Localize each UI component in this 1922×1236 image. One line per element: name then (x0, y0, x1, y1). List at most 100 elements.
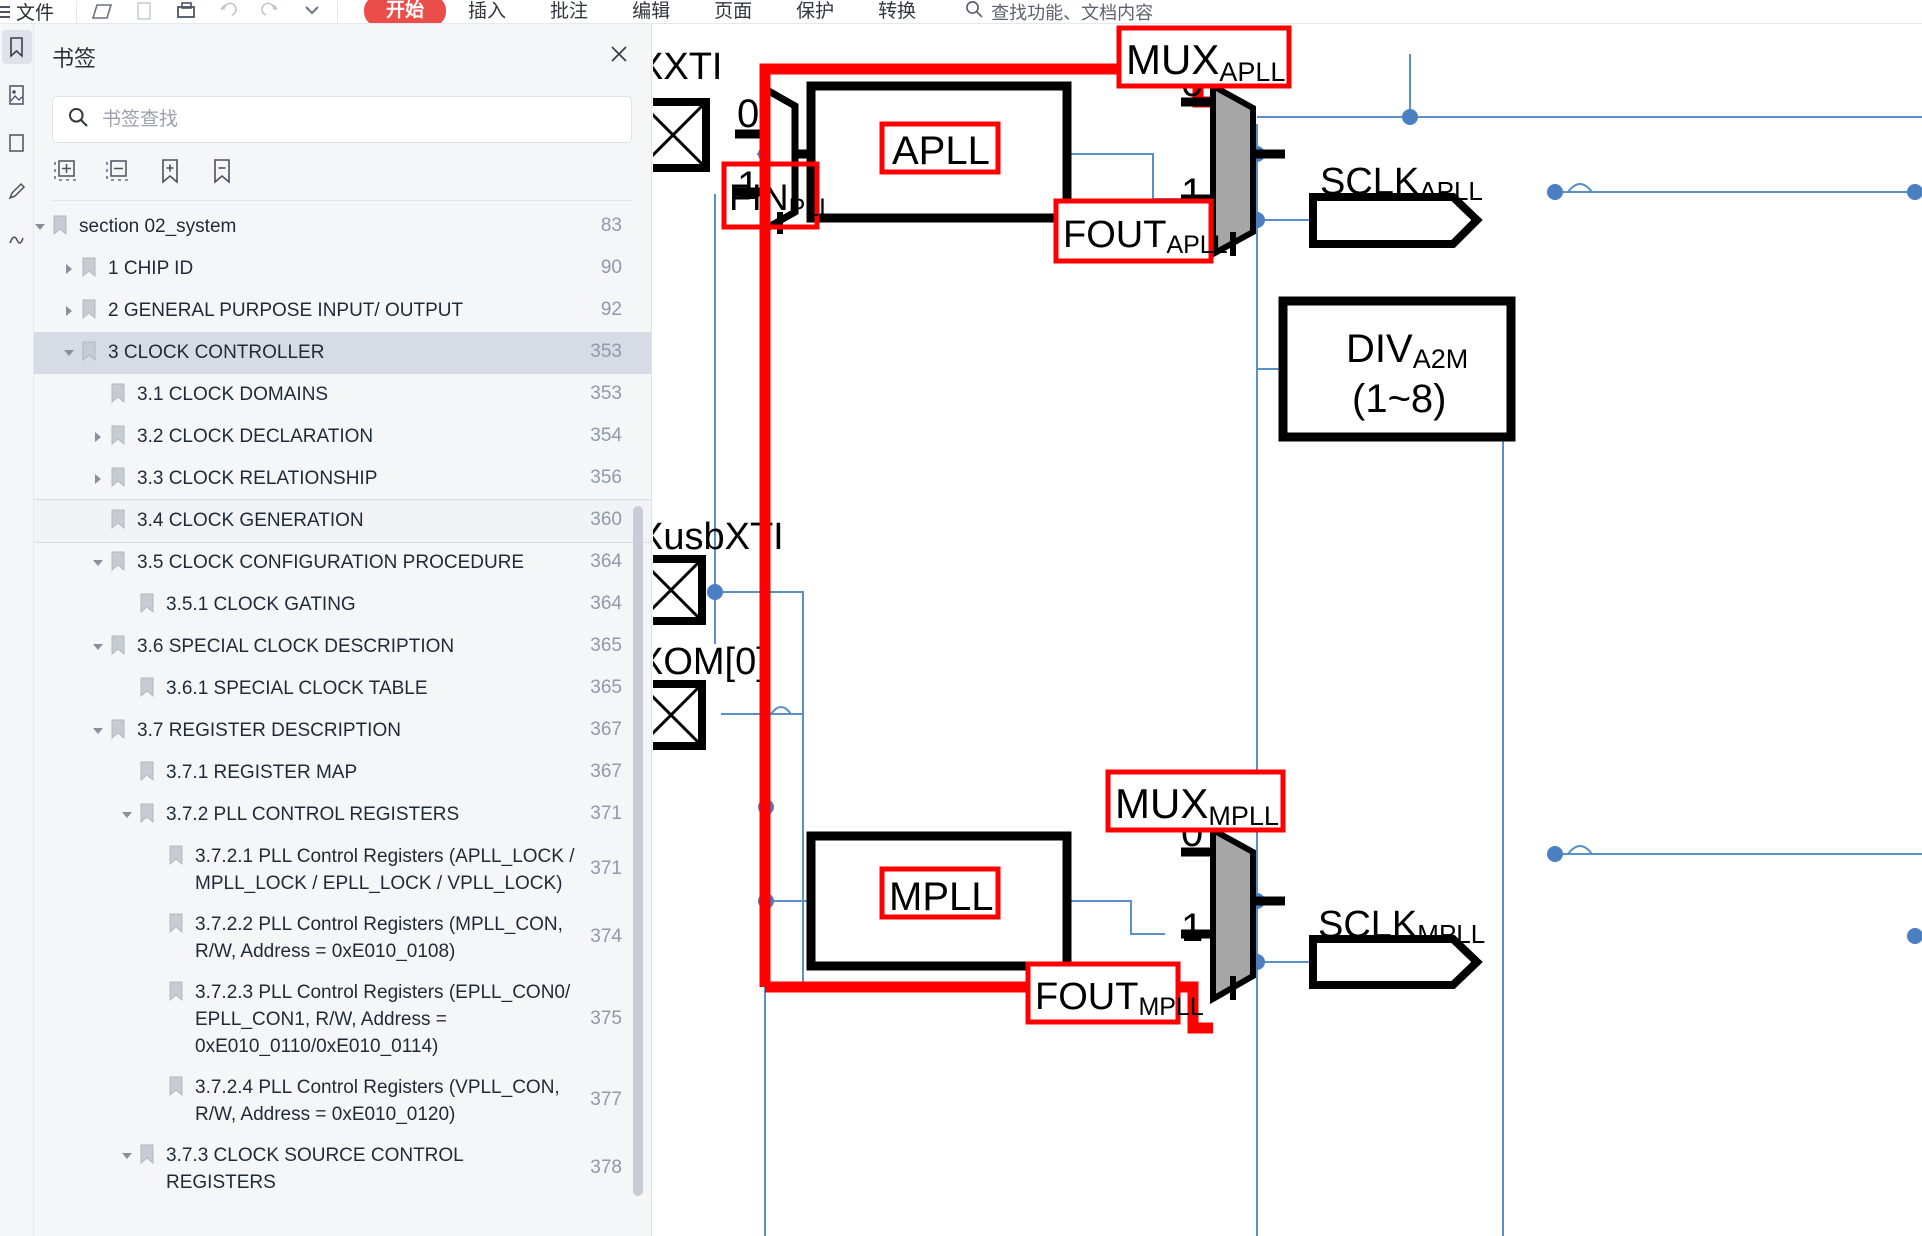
thumbnail-rail-icon[interactable] (2, 78, 32, 112)
bookmark-item-label: 3.1 CLOCK DOMAINS (137, 384, 329, 405)
bookmark-item-label: 3.7.2.3 PLL Control Registers (EPLL_CON0… (195, 982, 571, 1057)
chevron-down-icon[interactable] (63, 346, 77, 360)
chevron-down-icon[interactable] (299, 0, 325, 23)
pdf-page-canvas[interactable]: XXTI XusbXTI XOM[0] 0 1 APLL FINPLL (653, 24, 1922, 1236)
toolbar-divider-2 (337, 0, 339, 23)
bookmark-item[interactable]: 2 GENERAL PURPOSE INPUT/ OUTPUT 92 (34, 290, 651, 332)
chevron-down-icon[interactable] (34, 220, 48, 234)
open-file-icon[interactable] (89, 0, 115, 23)
bookmark-item[interactable]: 3.7 REGISTER DESCRIPTION 367 (34, 710, 651, 752)
redo-icon[interactable] (257, 0, 283, 23)
bookmark-icon (52, 215, 70, 237)
toolbar-divider (76, 0, 78, 23)
chevron-right-icon[interactable] (63, 262, 77, 276)
bookmark-item[interactable]: 3 CLOCK CONTROLLER 353 (34, 332, 651, 374)
bookmark-page-number: 92 (600, 299, 622, 320)
expand-all-icon[interactable] (52, 157, 82, 187)
bookmark-item[interactable]: 3.5.1 CLOCK GATING 364 (34, 584, 651, 626)
bookmark-item[interactable]: 3.7.2.2 PLL Control Registers (MPLL_CON,… (34, 904, 651, 972)
bookmark-item[interactable]: 3.2 CLOCK DECLARATION 354 (34, 416, 651, 458)
collapse-all-icon[interactable] (104, 157, 134, 187)
bookmark-item-label: 3.5.1 CLOCK GATING (166, 594, 356, 615)
bookmark-rail-icon[interactable] (1, 30, 32, 64)
bookmark-item[interactable]: 3.7.2.3 PLL Control Registers (EPLL_CON0… (34, 972, 651, 1067)
bookmark-item[interactable]: 3.6 SPECIAL CLOCK DESCRIPTION 365 (34, 626, 651, 668)
bookmark-page-number: 354 (590, 425, 622, 446)
search-input[interactable] (100, 107, 617, 132)
tab-insert[interactable]: 插入 (446, 0, 528, 23)
bookmark-icon (139, 1144, 157, 1166)
bookmark-icon (139, 677, 157, 699)
bookmark-page-number: 356 (590, 467, 622, 488)
tab-start[interactable]: 开始 (364, 0, 447, 23)
bookmark-item[interactable]: 1 CHIP ID 90 (34, 248, 651, 290)
bookmark-page-number: 371 (590, 803, 622, 824)
chevron-down-icon[interactable] (92, 640, 106, 654)
bookmark-page-number: 375 (590, 1007, 622, 1029)
bookmark-page-number: 374 (590, 926, 622, 947)
bookmark-page-number: 365 (590, 677, 622, 698)
bookmark-item[interactable]: 3.1 CLOCK DOMAINS 353 (34, 374, 651, 416)
chevron-down-icon[interactable] (121, 1149, 135, 1163)
add-bookmark-icon[interactable] (156, 157, 186, 187)
chevron-right-icon[interactable] (63, 304, 77, 318)
chevron-down-icon[interactable] (121, 808, 135, 822)
bookmark-item-label: section 02_system (79, 216, 237, 237)
bookmark-item[interactable]: 3.7.2.4 PLL Control Registers (VPLL_CON,… (34, 1067, 651, 1135)
bookmark-page-number: 90 (600, 257, 622, 278)
xom0-label: XOM[0] (653, 641, 767, 683)
print-icon[interactable] (173, 0, 199, 23)
annotate-rail-icon[interactable] (2, 174, 32, 208)
bookmark-tree[interactable]: section 02_system 83 1 CHIP ID 90 2 GENERAL … (34, 206, 651, 1236)
bookmark-item[interactable]: 3.3 CLOCK RELATIONSHIP 356 (34, 458, 651, 500)
tab-convert[interactable]: 转换 (856, 0, 938, 23)
global-search[interactable]: 查找功能、文档内容 (964, 0, 1154, 23)
bookmark-icon (168, 913, 186, 935)
undo-icon[interactable] (215, 0, 241, 23)
bookmark-item[interactable]: section 02_system 83 (34, 206, 651, 248)
tab-annotate[interactable]: 批注 (528, 0, 610, 23)
bookmark-scrollbar-thumb[interactable] (633, 506, 643, 1196)
global-search-hint: 查找功能、文档内容 (991, 2, 1154, 23)
bookmark-item[interactable]: 3.6.1 SPECIAL CLOCK TABLE 365 (34, 668, 651, 710)
chevron-right-icon[interactable] (92, 430, 106, 444)
bookmark-icon (139, 761, 157, 783)
bookmark-item[interactable]: 3.7.2.1 PLL Control Registers (APLL_LOCK… (34, 836, 651, 904)
bookmark-page-number: 365 (590, 635, 622, 656)
chevron-right-icon[interactable] (92, 472, 106, 486)
bookmark-search-box[interactable] (52, 96, 632, 143)
bookmark-icon (81, 299, 99, 321)
bookmark-icon (110, 509, 128, 531)
mux-mpll-sel-1: 1 (1181, 906, 1203, 950)
bookmark-item-label: 3.7.2.4 PLL Control Registers (VPLL_CON,… (195, 1077, 560, 1125)
chevron-down-icon[interactable] (92, 556, 106, 570)
panel-title: 书签 (52, 46, 97, 71)
bookmark-page-number: 367 (590, 761, 622, 782)
xom0-box (653, 680, 706, 750)
page-icon[interactable] (131, 0, 157, 23)
close-icon[interactable] (605, 40, 633, 68)
bookmark-item[interactable]: 3.4 CLOCK GENERATION 360 (34, 499, 651, 543)
page-rail-icon[interactable] (2, 126, 32, 160)
bookmark-page-number: 371 (590, 858, 622, 879)
bookmark-item[interactable]: 3.5 CLOCK CONFIGURATION PROCEDURE 364 (34, 542, 651, 584)
tab-page[interactable]: 页面 (692, 0, 774, 23)
signature-rail-icon[interactable] (2, 222, 32, 256)
bookmark-item[interactable]: 3.7.2 PLL CONTROL REGISTERS 371 (34, 794, 651, 836)
bookmark-panel-header: 书签 (34, 24, 651, 86)
bookmark-item[interactable]: 3.7.1 REGISTER MAP 367 (34, 752, 651, 794)
tab-protect[interactable]: 保护 (774, 0, 856, 23)
bookmark-scrollbar-track[interactable] (633, 206, 647, 1236)
search-icon (67, 106, 89, 133)
bookmark-icon (110, 635, 128, 657)
bookmark-item[interactable]: 3.7.3 CLOCK SOURCE CONTROL REGISTERS 378 (34, 1135, 651, 1203)
bookmark-item-label: 3.2 CLOCK DECLARATION (137, 426, 374, 447)
chevron-down-icon[interactable] (92, 724, 106, 738)
hamburger-icon (0, 3, 10, 21)
bookmark-icon (139, 803, 157, 825)
bookmark-item-label: 3 CLOCK CONTROLLER (108, 342, 325, 363)
remove-bookmark-icon[interactable] (208, 157, 238, 187)
file-menu-button[interactable]: 文件 (0, 0, 64, 23)
tab-edit[interactable]: 编辑 (610, 0, 692, 23)
bookmark-item-label: 3.3 CLOCK RELATIONSHIP (137, 468, 378, 489)
